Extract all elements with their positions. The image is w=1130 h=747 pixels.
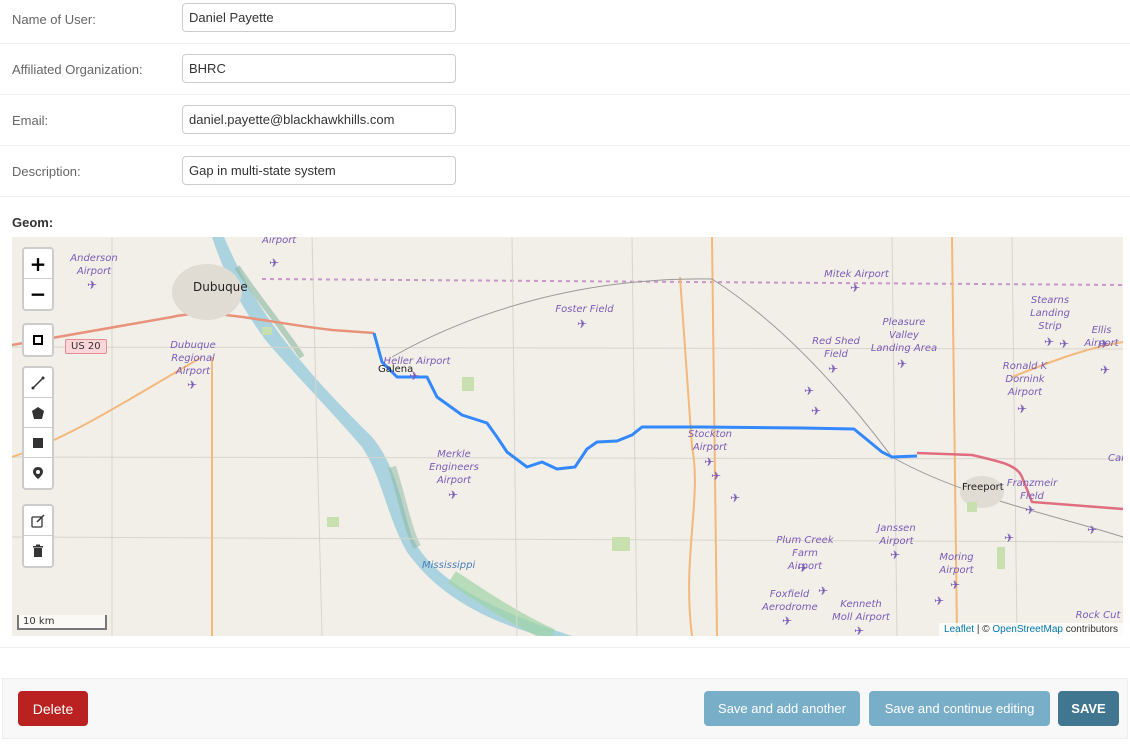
email-label: Email: (12, 113, 49, 128)
organization-input[interactable] (182, 54, 456, 83)
zoom-in-button[interactable]: + (24, 249, 52, 279)
save-and-continue-button[interactable]: Save and continue editing (869, 691, 1050, 726)
description-label: Description: (12, 164, 81, 179)
airport-icon: ✈ (1087, 523, 1098, 537)
city-label-dubuque: Dubuque (193, 280, 248, 294)
place-label: Airport (262, 237, 297, 246)
place-label: Anderson Airport (70, 253, 118, 277)
draw-polygon-icon[interactable] (24, 398, 52, 428)
organization-label: Affiliated Organization: (12, 62, 143, 77)
river-label-mississippi: Mississippi (422, 560, 476, 571)
map-attribution: Leaflet | © OpenStreetMap contributors (939, 623, 1123, 636)
edit-layers-icon[interactable] (24, 506, 52, 536)
airport-icon: ✈ (934, 594, 945, 608)
airport-icon: ✈ (804, 384, 815, 398)
leaflet-link[interactable]: Leaflet (944, 624, 974, 635)
airport-icon: ✈ (950, 578, 961, 592)
place-label: Pleasure Valley Landing Area (870, 317, 938, 354)
submit-row: Delete Save and add another Save and con… (2, 678, 1128, 739)
delete-layers-icon[interactable] (24, 536, 52, 566)
airport-icon: ✈ (782, 614, 793, 628)
form-row-email: Email: (0, 95, 1130, 146)
place-label: Janssen Airport (877, 523, 916, 547)
airport-icon: ✈ (811, 404, 822, 418)
airport-icon: ✈ (704, 455, 715, 469)
draw-polyline-icon[interactable] (24, 368, 52, 398)
airport-icon: ✈ (1099, 337, 1110, 351)
airport-icon: ✈ (1044, 335, 1055, 349)
description-input[interactable] (182, 156, 456, 185)
airport-icon: ✈ (897, 357, 908, 371)
place-label: Heller Airport (383, 356, 451, 367)
us20-shield: US 20 (65, 339, 107, 354)
place-label: Red Shed Field (812, 336, 860, 360)
draw-toolbar (22, 366, 54, 490)
airport-icon: ✈ (409, 369, 420, 383)
airport-icon: ✈ (890, 548, 901, 562)
airport-icon: ✈ (828, 362, 839, 376)
city-label-freeport: Freeport (962, 482, 1004, 493)
attribution-suffix: contributors (1062, 624, 1118, 635)
airport-icon: ✈ (818, 584, 829, 598)
airport-icon: ✈ (87, 278, 98, 292)
airport-icon: ✈ (711, 469, 722, 483)
airport-icon: ✈ (850, 281, 861, 295)
airport-icon: ✈ (577, 317, 588, 331)
place-label: Foster Field (555, 304, 614, 315)
geom-label: Geom: (12, 215, 54, 230)
place-label: Stearns Landing Strip (1030, 295, 1070, 332)
airport-icon: ✈ (1004, 531, 1015, 545)
form-row-organization: Affiliated Organization: (0, 44, 1130, 95)
openstreetmap-link[interactable]: OpenStreetMap (992, 624, 1063, 635)
place-label: Car (1108, 453, 1123, 464)
place-label: Franzmeir Field (1006, 478, 1058, 502)
airport-icon: ✈ (1017, 402, 1028, 416)
rectangle-outline-control (22, 323, 54, 357)
airport-icon: ✈ (730, 491, 741, 505)
place-label: Ronald K Dornink Airport (1002, 361, 1048, 398)
place-label: Stockton Airport (687, 429, 733, 453)
airport-icon: ✈ (269, 256, 280, 270)
airport-icon: ✈ (854, 624, 865, 636)
place-label: Merkle Engineers Airport (429, 449, 479, 486)
state-border (261, 278, 1123, 286)
mississippi-water (212, 237, 572, 636)
place-label: Kenneth Moll Airport (832, 599, 890, 623)
place-label: Rock Cut (1075, 610, 1121, 621)
airport-icon: ✈ (1059, 337, 1070, 351)
attribution-separator: | © (974, 624, 993, 635)
wetland (448, 571, 556, 636)
airport-icon: ✈ (1025, 503, 1036, 517)
airport-icon: ✈ (448, 488, 459, 502)
form-row-description: Description: (0, 146, 1130, 197)
name-label: Name of User: (12, 12, 96, 27)
scale-bar: 10 km (17, 615, 107, 630)
airport-icon: ✈ (798, 561, 809, 575)
zoom-out-button[interactable]: − (24, 279, 52, 309)
email-input[interactable] (182, 105, 456, 134)
save-button[interactable]: SAVE (1058, 691, 1119, 726)
draw-marker-icon[interactable] (24, 458, 52, 488)
save-and-add-another-button[interactable]: Save and add another (704, 691, 860, 726)
name-input[interactable] (182, 3, 456, 32)
zoom-control: + − (22, 247, 54, 311)
map-widget[interactable]: + − US 20 Dubuque Galena Freeport Missis… (12, 237, 1123, 636)
place-label: Dubuque Regional Airport (170, 340, 216, 377)
form-row-name: Name of User: (0, 0, 1130, 44)
edit-toolbar (22, 504, 54, 568)
place-label: Mitek Airport (824, 269, 889, 280)
airport-icon: ✈ (187, 378, 198, 392)
place-label: Moring Airport (939, 552, 974, 576)
delete-button[interactable]: Delete (18, 691, 88, 726)
place-label: Foxfield Aerodrome (762, 589, 818, 613)
airport-icon: ✈ (1100, 363, 1111, 377)
draw-rectangle-icon[interactable] (24, 428, 52, 458)
rectangle-outline-icon[interactable] (24, 325, 52, 355)
